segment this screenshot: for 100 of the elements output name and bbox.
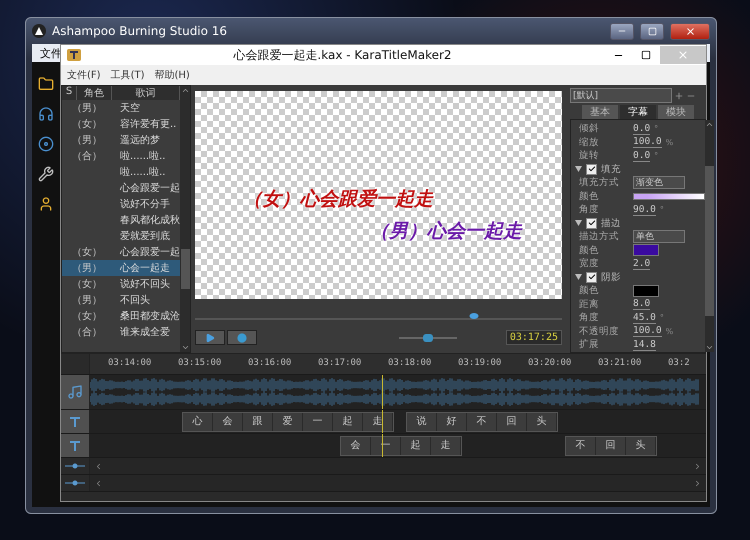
property-value[interactable]: 8.0 bbox=[633, 298, 650, 310]
property-value[interactable]: 0.0 bbox=[633, 122, 650, 135]
property-value[interactable]: 14.8 bbox=[633, 338, 656, 351]
lyric-row[interactable]: （合） 谁来成全爱 bbox=[62, 324, 180, 340]
scrollbar[interactable] bbox=[90, 475, 706, 491]
property-value[interactable]: 90.0 bbox=[633, 204, 656, 216]
text-track-icon bbox=[69, 440, 81, 452]
unit-label: % bbox=[666, 326, 674, 336]
scroll-down-icon[interactable] bbox=[180, 343, 190, 352]
lyric-block[interactable]: 心 会 跟 爱 一 起 走 bbox=[182, 412, 394, 432]
lyric-row[interactable]: 春风都化成秋 bbox=[62, 212, 180, 228]
menu-item[interactable]: 工具(T) bbox=[110, 68, 144, 82]
property-label: 颜色 bbox=[579, 190, 600, 203]
minimize-button[interactable] bbox=[610, 22, 634, 40]
wrench-icon[interactable] bbox=[38, 166, 54, 182]
scroll-down-icon[interactable] bbox=[705, 343, 714, 352]
property-label: 描边方式 bbox=[579, 230, 620, 244]
lyric-row[interactable]: （男） 遥远的梦 bbox=[62, 132, 180, 148]
app-icon bbox=[67, 49, 81, 61]
play-button[interactable] bbox=[195, 330, 225, 345]
time-tick: 03:16:00 bbox=[248, 358, 292, 368]
app-logo-icon bbox=[32, 24, 46, 38]
record-button[interactable] bbox=[227, 330, 257, 345]
section-checkbox[interactable] bbox=[586, 272, 597, 283]
property-value[interactable]: 0.0 bbox=[633, 150, 650, 162]
seek-thumb[interactable] bbox=[469, 313, 478, 319]
lyric-row[interactable]: 啦......啦.. bbox=[62, 164, 180, 180]
menu-item[interactable]: 文件 bbox=[40, 46, 62, 60]
lyric-row[interactable]: （女） 桑田都变成沧 bbox=[62, 308, 180, 324]
zoom-thumb[interactable] bbox=[423, 334, 433, 342]
volume-slider-icon[interactable] bbox=[65, 480, 85, 486]
lyric-block[interactable]: 说 好 不 回 头 bbox=[406, 412, 558, 432]
property-value[interactable]: 2.0 bbox=[633, 258, 650, 270]
time-tick: 03:14:00 bbox=[108, 358, 152, 368]
collapse-icon[interactable] bbox=[575, 274, 582, 280]
add-icon[interactable] bbox=[674, 90, 684, 100]
maximize-button[interactable] bbox=[640, 22, 664, 40]
scroll-thumb[interactable] bbox=[705, 166, 714, 316]
volume-slider-icon[interactable] bbox=[65, 463, 85, 469]
property-value[interactable]: 45.0 bbox=[633, 312, 656, 324]
lyric-text: 遥远的梦 bbox=[120, 134, 161, 147]
window-title: 心会跟爱一起走.kax - KaraTitleMaker2 bbox=[232, 46, 453, 64]
section-checkbox[interactable] bbox=[586, 164, 597, 175]
color-swatch[interactable] bbox=[633, 284, 659, 297]
color-swatch[interactable] bbox=[633, 244, 659, 256]
headphones-icon[interactable] bbox=[38, 106, 54, 122]
lyric-row[interactable]: 说好不分手 bbox=[62, 196, 180, 212]
property-label: 颜色 bbox=[579, 284, 600, 298]
role-text: （女） bbox=[71, 118, 103, 131]
property-label: 不透明度 bbox=[579, 324, 620, 338]
menu-item[interactable]: 帮助(H) bbox=[154, 68, 190, 82]
time-display: 03:17:25 bbox=[506, 330, 562, 345]
lyric-text: 桑田都变成沧 bbox=[120, 310, 180, 323]
tab[interactable]: 字幕 bbox=[620, 105, 656, 119]
property-label: 缩放 bbox=[579, 136, 600, 149]
lyric-row[interactable]: （女） 容许爱有更.. bbox=[62, 116, 180, 132]
lyric-text: 谁来成全爱 bbox=[120, 326, 171, 339]
property-dropdown[interactable]: 单色 bbox=[633, 230, 685, 244]
scroll-up-icon[interactable] bbox=[180, 86, 190, 95]
property-dropdown[interactable]: 渐变色 bbox=[633, 176, 685, 190]
lyric-row[interactable]: 心会跟爱一起 bbox=[62, 180, 180, 196]
lyric-row[interactable]: （合） 啦......啦.. bbox=[62, 148, 180, 164]
scrollbar[interactable] bbox=[90, 458, 706, 474]
time-tick: 03:15:00 bbox=[178, 358, 222, 368]
role-text: （合） bbox=[71, 326, 103, 339]
disc-icon[interactable] bbox=[38, 136, 54, 152]
lyric-row[interactable]: （男） 不回头 bbox=[62, 292, 180, 308]
lyric-row[interactable]: （女） 说好不回头 bbox=[62, 276, 180, 292]
role-text: （女） bbox=[71, 246, 103, 259]
section-label: 填充 bbox=[601, 162, 621, 176]
section-checkbox[interactable] bbox=[586, 218, 597, 229]
close-icon bbox=[684, 26, 696, 36]
scroll-up-icon[interactable] bbox=[705, 120, 714, 129]
time-tick: 03:2 bbox=[668, 358, 690, 368]
lyric-row[interactable]: （男） 心会一起走 bbox=[62, 260, 180, 276]
play-icon bbox=[205, 332, 215, 342]
lyric-row[interactable]: （男） 天空 bbox=[62, 100, 180, 116]
text-track-icon bbox=[69, 416, 81, 428]
role-text: （男） bbox=[71, 262, 103, 275]
lyric-row[interactable]: （女） 心会跟爱一起 bbox=[62, 244, 180, 260]
collapse-icon[interactable] bbox=[575, 166, 582, 172]
menu-item[interactable]: 文件(F) bbox=[67, 68, 101, 82]
role-text: （男） bbox=[71, 102, 103, 115]
tab[interactable]: 基本 bbox=[582, 105, 618, 119]
folder-icon[interactable] bbox=[38, 76, 54, 92]
scrollbar[interactable] bbox=[705, 120, 714, 352]
property-value[interactable]: 100.0 bbox=[633, 136, 662, 148]
preset-dropdown[interactable]: [默认] bbox=[570, 88, 672, 103]
tab[interactable]: 模块 bbox=[658, 105, 694, 119]
lyric-row[interactable]: 爱就爱到底 bbox=[62, 228, 180, 244]
close-button[interactable] bbox=[670, 22, 710, 40]
property-value[interactable]: 100.0 bbox=[633, 325, 662, 338]
time-tick: 03:17:00 bbox=[318, 358, 362, 368]
scroll-thumb[interactable] bbox=[180, 249, 190, 289]
lyric-text: 啦......啦.. bbox=[120, 166, 166, 179]
scrollbar[interactable] bbox=[180, 86, 190, 352]
user-icon[interactable] bbox=[38, 196, 54, 212]
collapse-icon[interactable] bbox=[575, 220, 582, 226]
lyric-block[interactable]: 不 回 头 bbox=[565, 436, 657, 456]
gradient-bar[interactable] bbox=[633, 192, 705, 200]
